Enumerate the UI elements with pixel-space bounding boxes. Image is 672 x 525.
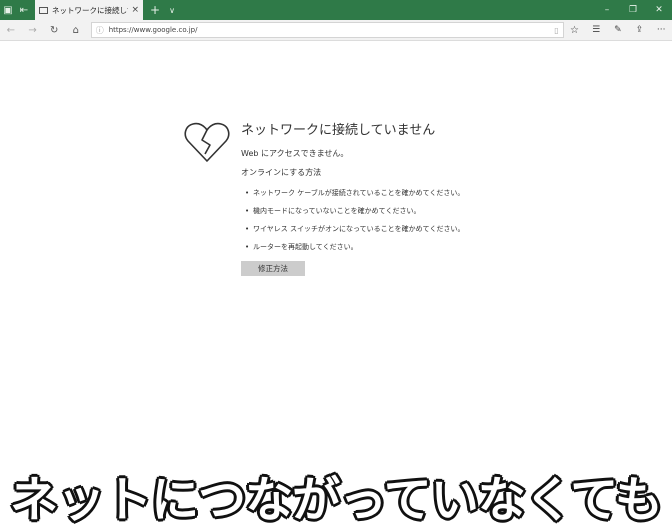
fix-connection-button[interactable]: 修正方法	[241, 261, 305, 276]
troubleshooting-list: ネットワーク ケーブルが接続されていることを確かめてください。 機内モードになっ…	[241, 189, 541, 252]
address-bar[interactable]: ⓘ https://www.google.co.jp/ ▯	[90, 22, 564, 38]
list-item: ルーターを再起動してください。	[241, 243, 541, 252]
list-item: ワイヤレス スイッチがオンになっていることを確かめてください。	[241, 225, 541, 234]
video-caption: ネットにつながっていなくても	[10, 472, 663, 525]
forward-button[interactable]: →	[22, 20, 44, 41]
favorites-hub-icon[interactable]: ☰	[585, 25, 607, 35]
tab-title: ネットワークに接続していま	[52, 5, 128, 15]
home-button[interactable]: ⌂	[65, 20, 87, 41]
tab-preview-icon[interactable]: ▣	[0, 0, 16, 20]
refresh-button[interactable]: ↻	[43, 20, 65, 41]
more-menu-icon[interactable]: ···	[650, 25, 672, 35]
close-button[interactable]: ✕	[646, 0, 672, 20]
reading-view-icon[interactable]: ▯	[554, 26, 558, 35]
page-content: ネットワークに接続していません Web にアクセスできません。 オンラインにする…	[0, 42, 672, 525]
new-tab-button[interactable]: +	[146, 0, 164, 20]
error-title: ネットワークに接続していません	[241, 123, 436, 138]
info-icon[interactable]: ⓘ	[96, 25, 104, 36]
error-subtitle: Web にアクセスできません。	[241, 149, 349, 158]
restore-button[interactable]: ❐	[620, 0, 646, 20]
tab-list-chevron-icon[interactable]: ∨	[164, 0, 180, 20]
favorite-star-icon[interactable]: ☆	[564, 25, 586, 36]
broken-heart-icon	[184, 122, 230, 162]
title-bar-drag-area[interactable]	[180, 0, 594, 20]
address-url[interactable]: https://www.google.co.jp/	[109, 26, 551, 34]
minimize-button[interactable]: –	[594, 0, 620, 20]
share-icon[interactable]: ⇪	[629, 25, 651, 35]
error-message-block: ネットワークに接続していません Web にアクセスできません。 オンラインにする…	[241, 122, 541, 276]
title-bar: ▣ ⇤ ネットワークに接続していま × + ∨ – ❐ ✕	[0, 0, 672, 20]
list-item: ネットワーク ケーブルが接続されていることを確かめてください。	[241, 189, 541, 198]
back-button[interactable]: ←	[0, 20, 22, 41]
tab-close-icon[interactable]: ×	[131, 5, 139, 15]
tab-active[interactable]: ネットワークに接続していま ×	[35, 0, 143, 20]
list-item: 機内モードになっていないことを確かめてください。	[241, 207, 541, 216]
set-aside-tabs-icon[interactable]: ⇤	[16, 0, 32, 20]
web-notes-icon[interactable]: ✎	[607, 25, 629, 35]
page-icon	[39, 6, 48, 14]
navigation-bar: ← → ↻ ⌂ ⓘ https://www.google.co.jp/ ▯ ☆ …	[0, 20, 672, 41]
how-to-heading: オンラインにする方法	[241, 168, 322, 177]
